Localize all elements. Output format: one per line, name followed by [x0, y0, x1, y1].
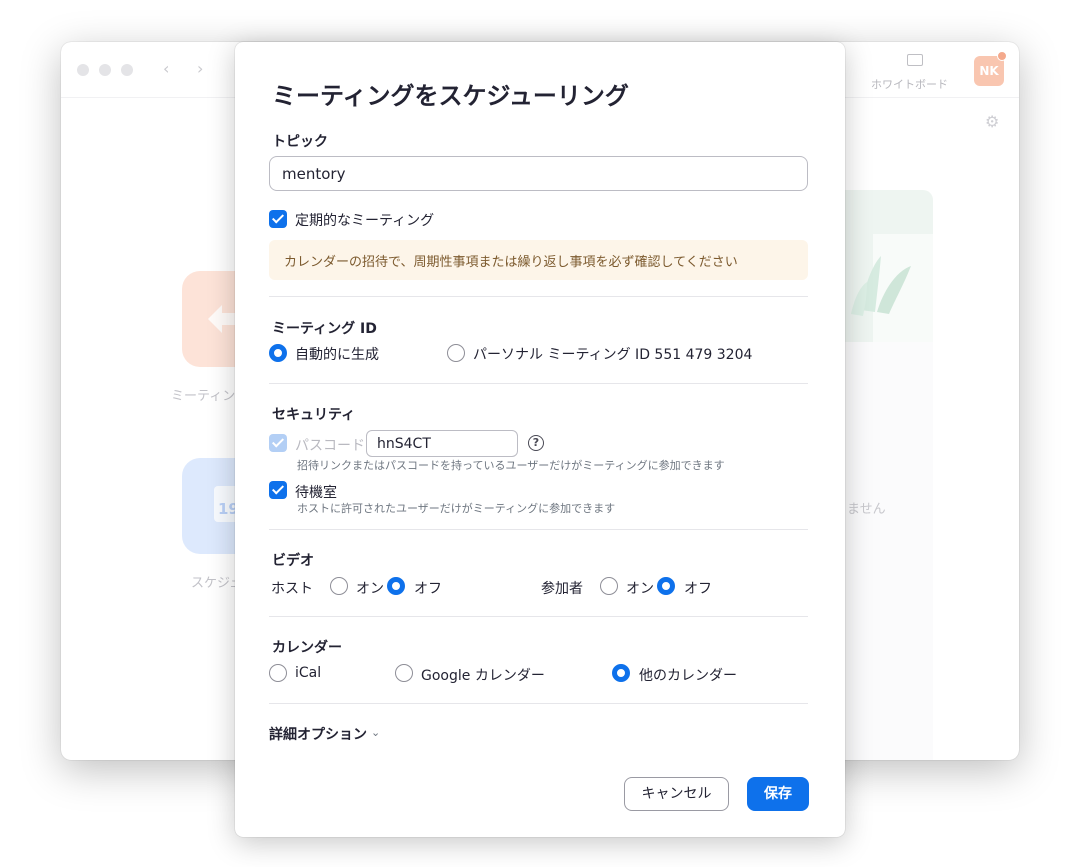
advanced-options-toggle[interactable]: 詳細オプション	[269, 724, 367, 744]
divider	[269, 296, 808, 297]
video-participants-on-radio[interactable]	[600, 577, 618, 595]
topic-label: トピック	[272, 134, 328, 150]
passcode-help-text: 招待リンクまたはパスコードを持っているユーザーだけがミーティングに参加できます	[297, 459, 725, 472]
recurring-label[interactable]: 定期的なミーティング	[295, 210, 434, 230]
calendar-other-label[interactable]: 他のカレンダー	[639, 665, 737, 685]
recurring-checkbox[interactable]	[269, 210, 287, 228]
illustration-card	[841, 190, 933, 342]
waiting-room-help-text: ホストに許可されたユーザーだけがミーティングに参加できます	[297, 502, 616, 515]
topic-input[interactable]	[269, 156, 808, 191]
calendar-google-label[interactable]: Google カレンダー	[421, 665, 545, 685]
meeting-id-label: ミーティング ID	[272, 321, 377, 337]
meeting-id-personal-radio[interactable]	[447, 344, 465, 362]
waiting-room-checkbox[interactable]	[269, 481, 287, 499]
meeting-id-auto-radio[interactable]	[269, 344, 287, 362]
save-button[interactable]: 保存	[747, 777, 809, 811]
calendar-ical-radio[interactable]	[269, 664, 287, 682]
waiting-room-label[interactable]: 待機室	[295, 482, 337, 502]
recurring-notice: カレンダーの招待で、周期性事項または繰り返し事項を必ず確認してください	[269, 240, 808, 280]
avatar-badge	[997, 51, 1007, 61]
tile-label-meeting: ミーティン	[171, 389, 236, 404]
divider	[269, 703, 808, 704]
meeting-id-personal-label[interactable]: パーソナル ミーティング ID 551 479 3204	[473, 344, 752, 364]
calendar-other-radio[interactable]	[612, 664, 630, 682]
plant-icon	[851, 256, 911, 316]
video-participants-off-radio[interactable]	[657, 577, 675, 595]
security-label: セキュリティ	[272, 407, 356, 423]
video-label: ビデオ	[272, 553, 314, 569]
minimize-window-button[interactable]	[99, 64, 111, 76]
chevron-down-icon[interactable]: ⌄	[371, 726, 380, 739]
dialog-title: ミーティングをスケジューリング	[272, 82, 629, 110]
video-host-label: ホスト	[271, 581, 313, 597]
video-host-on-label[interactable]: オン	[356, 578, 384, 598]
upcoming-panel	[841, 342, 933, 760]
close-window-button[interactable]	[77, 64, 89, 76]
gear-icon[interactable]: ⚙	[985, 112, 999, 131]
upcoming-empty-text: ません	[847, 502, 886, 517]
calendar-label: カレンダー	[272, 640, 342, 656]
zoom-window-button[interactable]	[121, 64, 133, 76]
video-participants-label: 参加者	[541, 581, 583, 597]
video-host-on-radio[interactable]	[330, 577, 348, 595]
back-arrow-icon[interactable]: ‹	[163, 59, 169, 78]
video-host-off-radio[interactable]	[387, 577, 405, 595]
video-host-off-label[interactable]: オフ	[414, 578, 442, 598]
calendar-google-radio[interactable]	[395, 664, 413, 682]
schedule-meeting-dialog: ミーティングをスケジューリング トピック 定期的なミーティング カレンダーの招待…	[235, 42, 845, 837]
passcode-input[interactable]	[366, 430, 518, 457]
whiteboard-icon[interactable]	[907, 54, 923, 66]
divider	[269, 616, 808, 617]
video-participants-on-label[interactable]: オン	[626, 578, 654, 598]
forward-arrow-icon[interactable]: ›	[197, 59, 203, 78]
divider	[269, 383, 808, 384]
meeting-id-auto-label[interactable]: 自動的に生成	[295, 344, 379, 364]
help-icon[interactable]: ?	[528, 435, 544, 451]
passcode-label: パスコード	[295, 438, 365, 454]
video-participants-off-label[interactable]: オフ	[684, 578, 712, 598]
calendar-ical-label[interactable]: iCal	[295, 665, 321, 681]
divider	[269, 529, 808, 530]
cancel-button[interactable]: キャンセル	[624, 777, 729, 811]
notice-text: カレンダーの招待で、周期性事項または繰り返し事項を必ず確認してください	[284, 255, 738, 270]
whiteboard-label[interactable]: ホワイトボード	[871, 76, 948, 92]
passcode-checkbox[interactable]	[269, 434, 287, 452]
